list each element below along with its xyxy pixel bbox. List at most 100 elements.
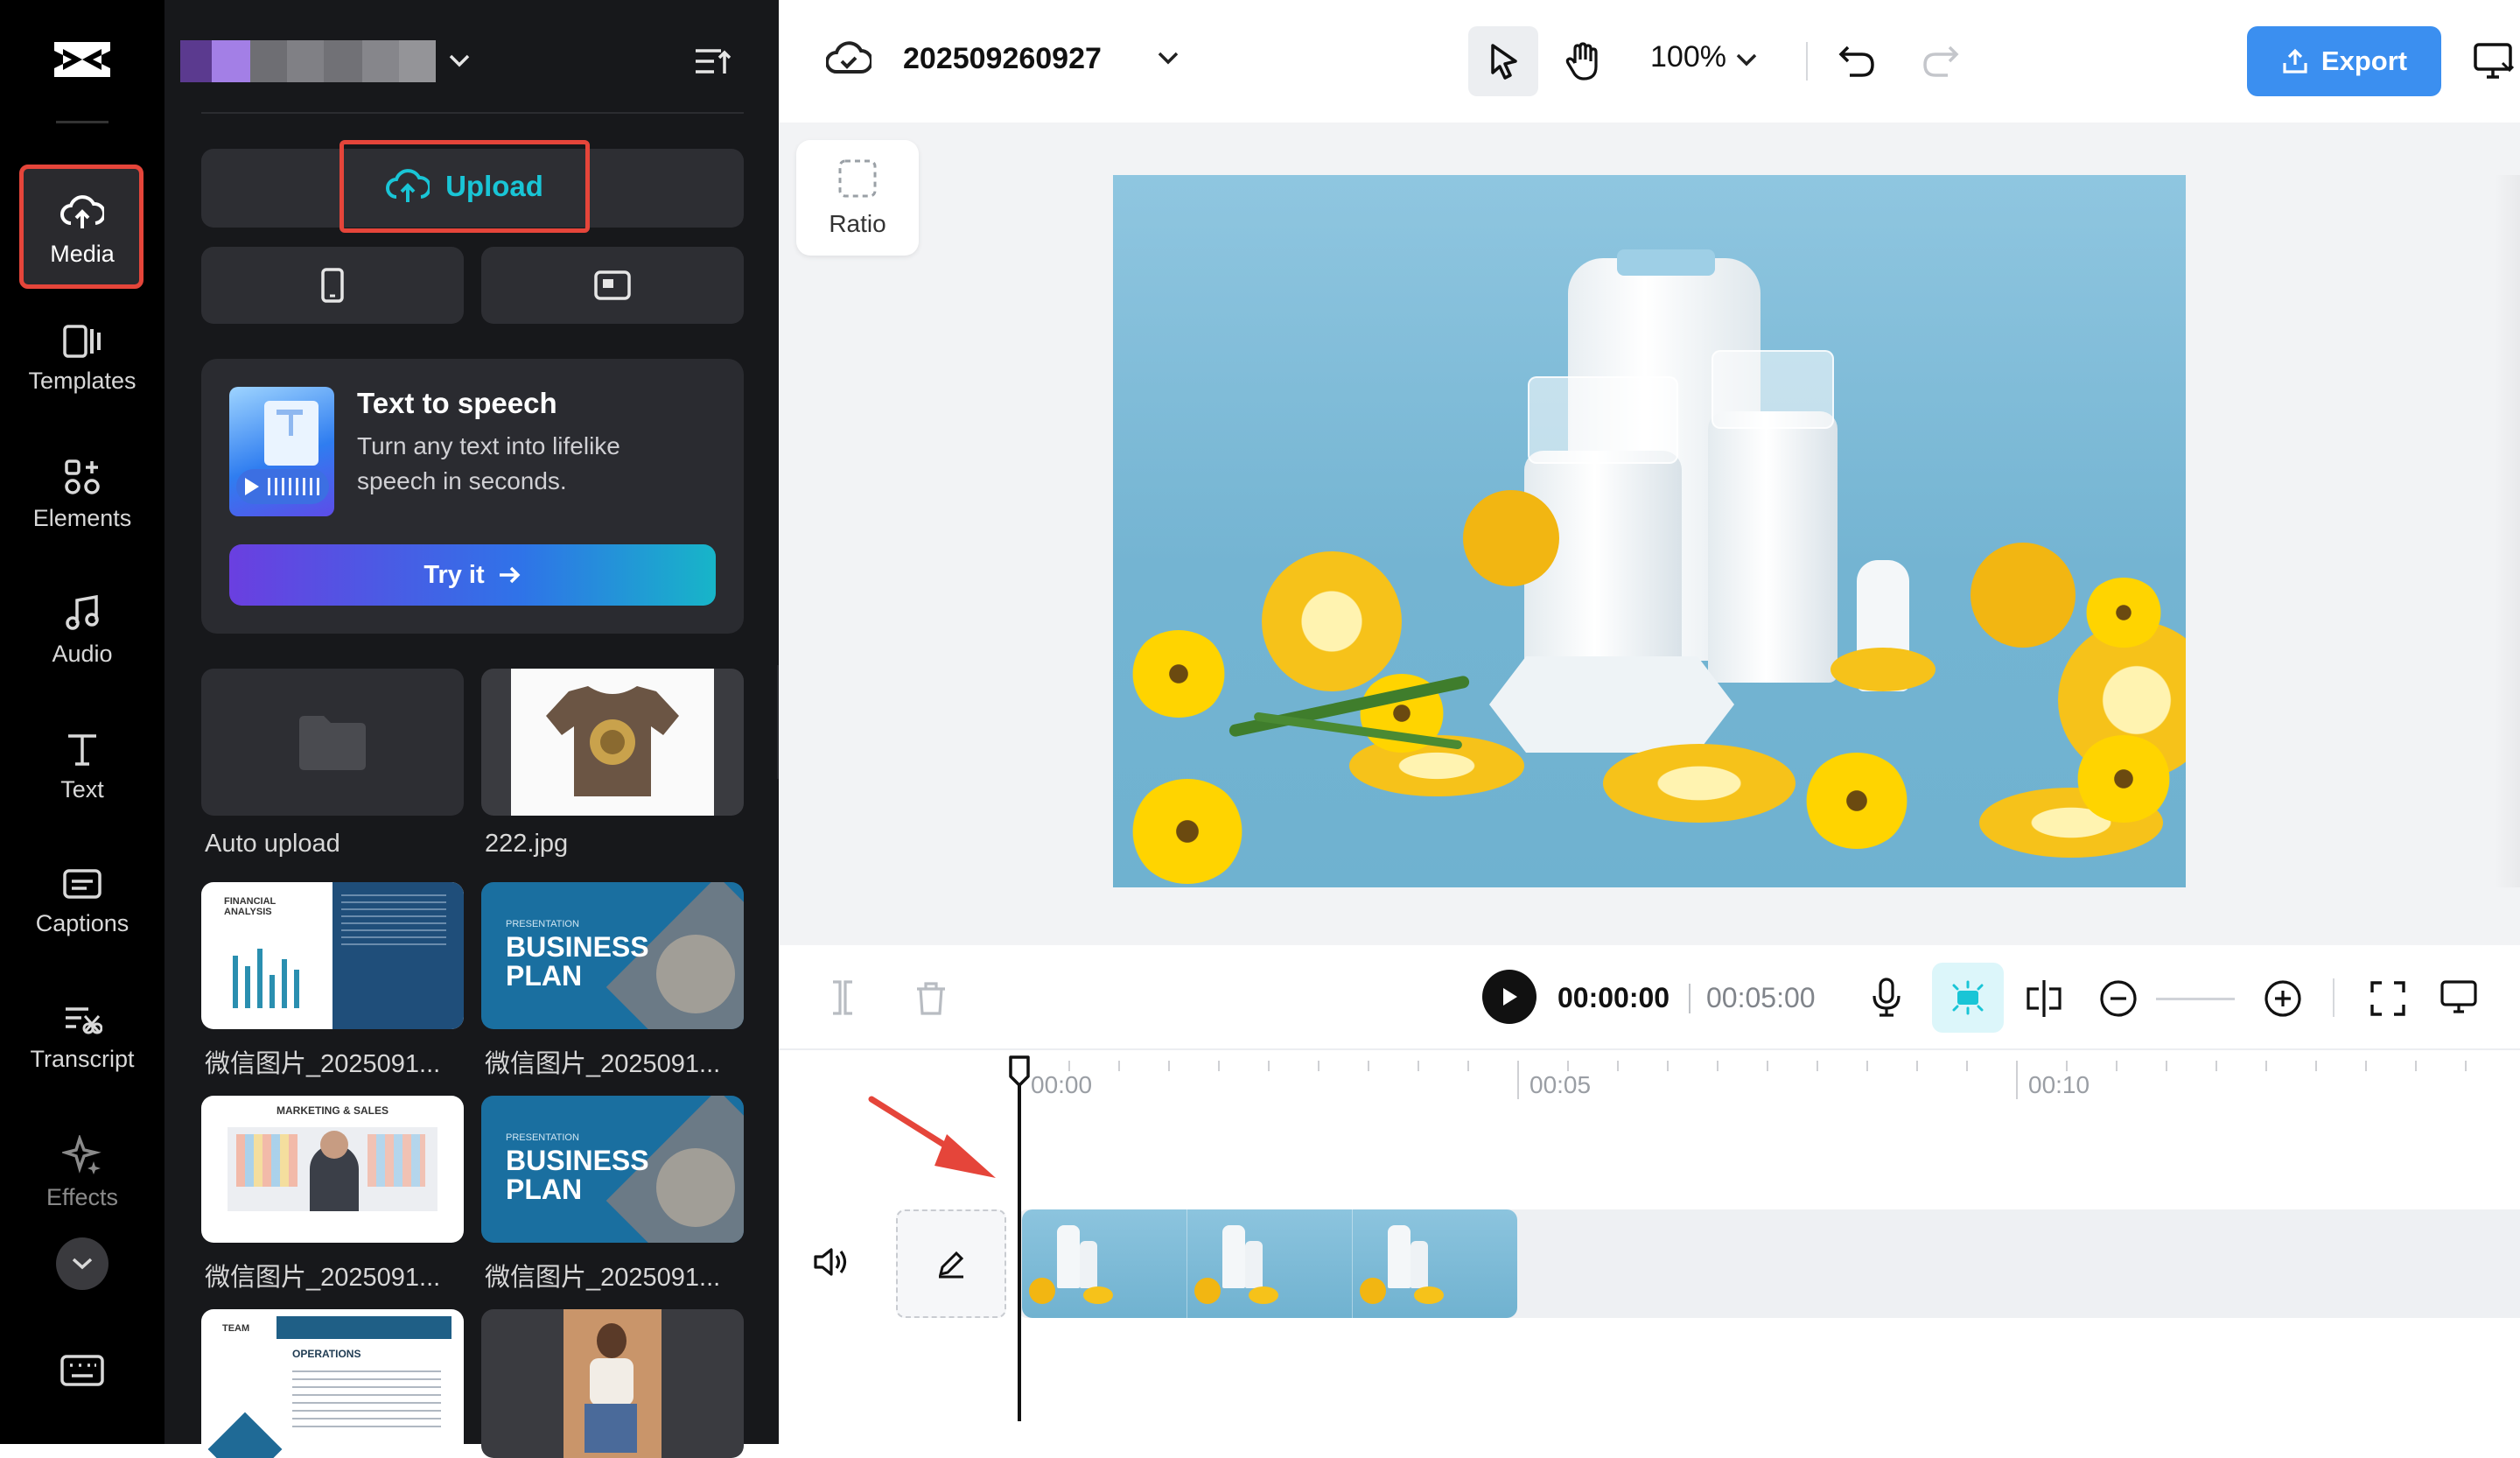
rail-item-templates[interactable]: Templates	[0, 293, 164, 424]
chevron-down-icon[interactable]	[1155, 49, 1181, 68]
preview-screen-icon[interactable]	[2440, 978, 2478, 1019]
ruler-tick	[2365, 1061, 2367, 1071]
ruler-tick	[1068, 1061, 1070, 1071]
rail-item-effects[interactable]: Effects	[0, 1107, 164, 1238]
transcript-icon	[62, 1002, 102, 1037]
fullscreen-icon[interactable]	[2370, 980, 2406, 1017]
auto-upload-folder-tile[interactable]	[201, 669, 464, 816]
folder-icon	[296, 711, 369, 774]
play-icon	[1500, 986, 1519, 1007]
video-preview-frame[interactable]	[1113, 175, 2186, 887]
cloud-saved-icon	[826, 39, 872, 77]
media-thumb-marketing[interactable]: MARKETING & SALES	[201, 1096, 464, 1243]
ratio-button[interactable]: Ratio	[796, 140, 919, 256]
undo-icon[interactable]	[1838, 40, 1876, 79]
rail-item-captions[interactable]: Captions	[0, 836, 164, 967]
media-thumb-business-plan[interactable]: PRESENTATION BUSINESS PLAN	[481, 882, 744, 1029]
rail-label-elements: Elements	[32, 504, 132, 531]
zoom-in-icon[interactable]	[2263, 978, 2303, 1019]
screen-record-icon	[593, 270, 632, 301]
player-controls: 00:00:00 00:05:00	[779, 945, 2520, 1050]
media-caption: 微信图片_2025091...	[485, 1264, 721, 1292]
edit-cover-button[interactable]	[896, 1209, 1006, 1318]
select-tool-button[interactable]	[1468, 26, 1538, 96]
auto-snap-toggle[interactable]	[1932, 963, 2004, 1033]
track-volume-icon[interactable]	[812, 1244, 850, 1279]
ruler-tick	[2216, 1061, 2217, 1071]
delete-trash-icon[interactable]	[914, 980, 948, 1017]
export-upload-icon	[2281, 47, 2309, 75]
workspace-selector[interactable]	[180, 40, 436, 82]
rail-item-transcript[interactable]: Transcript	[0, 971, 164, 1103]
export-button[interactable]: Export	[2247, 26, 2441, 96]
keyboard-icon[interactable]	[60, 1353, 105, 1388]
rail-item-elements[interactable]: Elements	[0, 429, 164, 560]
screen-record-button[interactable]	[481, 247, 744, 324]
hand-tool-button[interactable]	[1549, 26, 1619, 96]
rail-item-audio[interactable]: Audio	[0, 564, 164, 696]
left-nav-rail: Media Templates Elements Audio Text Capt…	[0, 0, 164, 1444]
ruler-tick	[2465, 1061, 2467, 1071]
pedestal	[1489, 656, 1734, 753]
media-thumb-financial[interactable]: FINANCIAL ANALYSIS	[201, 882, 464, 1029]
ruler-tick	[1467, 1061, 1469, 1071]
rail-item-media[interactable]: Media	[0, 165, 164, 296]
video-clip[interactable]	[1022, 1209, 1517, 1318]
tts-desc-line2: speech in seconds.	[357, 467, 567, 494]
bottle-right	[1708, 411, 1838, 683]
microphone-icon[interactable]	[1869, 977, 1904, 1019]
rail-expand-button[interactable]	[56, 1237, 108, 1290]
media-caption: 微信图片_2025091...	[205, 1050, 441, 1078]
media-thumb-business-plan[interactable]: PRESENTATION BUSINESS PLAN	[481, 1096, 744, 1243]
ruler-tick	[1368, 1061, 1369, 1071]
ruler-tick	[1866, 1061, 1868, 1071]
zoom-out-icon[interactable]	[2098, 978, 2138, 1019]
rail-divider	[56, 121, 108, 123]
play-button[interactable]	[1482, 970, 1536, 1024]
chevron-down-icon[interactable]	[446, 51, 472, 72]
ruler-tick	[1268, 1061, 1270, 1071]
cloud-upload-icon	[386, 167, 430, 206]
media-caption: 微信图片_2025091...	[485, 1050, 721, 1078]
export-label: Export	[2320, 46, 2408, 76]
stage-right-shade	[2494, 175, 2520, 887]
media-thumb-woman-photo[interactable]	[481, 1309, 744, 1458]
ruler-tick	[2315, 1061, 2317, 1071]
ratio-label: Ratio	[829, 210, 886, 237]
ruler-tick	[1966, 1061, 1968, 1071]
rail-label-text: Text	[60, 775, 104, 803]
project-name[interactable]: 202509260927	[903, 42, 1102, 76]
media-thumb-tshirt[interactable]	[481, 669, 744, 816]
playhead-handle[interactable]	[1007, 1054, 1032, 1089]
red-annotation-arrow	[863, 1094, 1003, 1181]
zoom-slider[interactable]	[2156, 998, 2235, 1000]
text-T-icon	[63, 729, 102, 768]
rail-label-captions: Captions	[35, 909, 130, 936]
captions-icon	[62, 866, 102, 901]
playhead-line[interactable]	[1018, 1059, 1021, 1421]
clip-frame	[1353, 1209, 1517, 1318]
sort-list-icon[interactable]	[693, 44, 733, 79]
redo-icon[interactable]	[1922, 40, 1960, 79]
zoom-level[interactable]: 100%	[1650, 40, 1726, 74]
split-icon[interactable]	[830, 978, 856, 1017]
upload-button[interactable]: Upload	[340, 140, 590, 233]
magnet-snap-icon	[1947, 978, 1989, 1017]
controls-divider	[2333, 978, 2334, 1017]
ruler-label: 00:05	[1530, 1071, 1592, 1098]
ruler-tick	[1118, 1061, 1120, 1071]
text-to-speech-card: Text to speech Turn any text into lifeli…	[201, 359, 744, 634]
try-it-button[interactable]: Try it	[229, 544, 716, 606]
top-bar: 202509260927 100% Export	[779, 0, 2520, 123]
ruler-tick	[2016, 1061, 2018, 1099]
split-center-icon[interactable]	[2023, 978, 2065, 1019]
mobile-upload-button[interactable]	[201, 247, 464, 324]
rail-item-text[interactable]: Text	[0, 700, 164, 831]
present-screen-icon[interactable]	[2473, 40, 2515, 82]
sparkle-icon	[62, 1134, 102, 1175]
hand-icon	[1564, 40, 1603, 82]
chevron-down-icon[interactable]	[1734, 51, 1759, 70]
ruler-tick	[2066, 1061, 2068, 1071]
clip-frame	[1187, 1209, 1353, 1318]
media-thumb-team-operations[interactable]: TEAM OPERATIONS	[201, 1309, 464, 1458]
